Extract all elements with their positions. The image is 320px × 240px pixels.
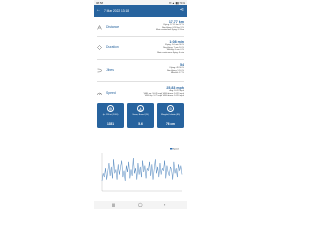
detail-line: VMG up: 9.75 mph VMG down: 14.20 mph — [144, 95, 184, 98]
card-label: Savar, Board (19) — [132, 114, 149, 116]
jibes-icon — [97, 68, 102, 73]
stat-duration: Duration 1:08 min Flying: 1:0 min 90 % N… — [94, 39, 187, 57]
back-nav-icon[interactable]: ‹ — [164, 202, 165, 207]
card-value: 5.6 — [138, 122, 143, 126]
stat-details: Flying: 17.19 km 97 % Non-flying: 0.58 k… — [144, 24, 184, 32]
home-icon[interactable]: ◯ — [138, 202, 142, 207]
speed-chart: Speed — [97, 147, 184, 195]
stat-details: Flying: 1:0 min 90 % Non-flying: 7 min 1… — [144, 44, 184, 55]
stat-speed: Speed 25.83 mph Avg: 16.23 mph VMG up: 1… — [94, 85, 187, 103]
stat-label: Duration — [106, 45, 119, 49]
detail-line: Main continuous flying: 0.3 km — [156, 29, 184, 32]
app-bar: ← 7 Mar 2022 13:18 ⋖ — [94, 5, 187, 17]
board-card[interactable]: ◍ Jp. 13ft at (2019) 1351 — [97, 103, 124, 128]
duration-icon — [97, 45, 102, 50]
stat-distance: Distance 17.77 km Flying: 17.19 km 97 % … — [94, 19, 187, 37]
stat-label: Distance — [106, 25, 120, 29]
phone-screen: 08:58 ✉ ▲ ▮▮ 71% ← 7 Mar 2022 13:18 ⋖ Di… — [94, 0, 187, 209]
stat-jibes: Jibes 54 Flying: 49 90 % Non-flying: 5 1… — [94, 62, 187, 80]
sail-icon: ◭ — [137, 105, 144, 112]
stat-label: Jibes — [106, 68, 114, 72]
card-label: Jp. 13ft at (2019) — [102, 114, 119, 116]
board-icon: ◍ — [107, 105, 114, 112]
distance-icon — [97, 25, 102, 30]
detail-line: Main continuous flying: 0 min — [157, 52, 184, 55]
card-value: 76 cm — [165, 122, 176, 126]
sail-card[interactable]: ◭ Savar, Board (19) 5.6 — [127, 103, 154, 128]
stat-label: Speed — [106, 91, 116, 95]
equipment-cards: ◍ Jp. 13ft at (2019) 1351 ◭ Savar, Board… — [97, 103, 184, 128]
speed-series-line — [101, 158, 183, 181]
legend-label: Speed — [173, 149, 179, 151]
detail-line: Missed: 4 7 % — [170, 72, 184, 75]
card-label: Wingfoil, Infinite (85) — [161, 114, 180, 116]
share-icon[interactable]: ⋖ — [180, 8, 184, 13]
foil-card[interactable]: ⊘ Wingfoil, Infinite (85) 76 cm — [157, 103, 184, 128]
android-nav-bar: ||| ◯ ‹ — [94, 201, 187, 209]
arrow-back-icon[interactable]: ← — [96, 8, 101, 13]
card-value: 1351 — [106, 122, 115, 126]
stat-details: Avg: 16.23 mph VMG up: 10.45 mph VMG dow… — [124, 90, 184, 98]
recents-icon[interactable]: ||| — [112, 202, 115, 207]
chart-svg: Speed — [101, 148, 183, 192]
stat-details: Flying: 49 90 % Non-flying: 5 10 % Misse… — [144, 67, 184, 75]
foil-icon: ⊘ — [167, 105, 174, 112]
speed-icon — [97, 92, 102, 96]
session-title: 7 Mar 2022 13:18 — [104, 9, 129, 13]
